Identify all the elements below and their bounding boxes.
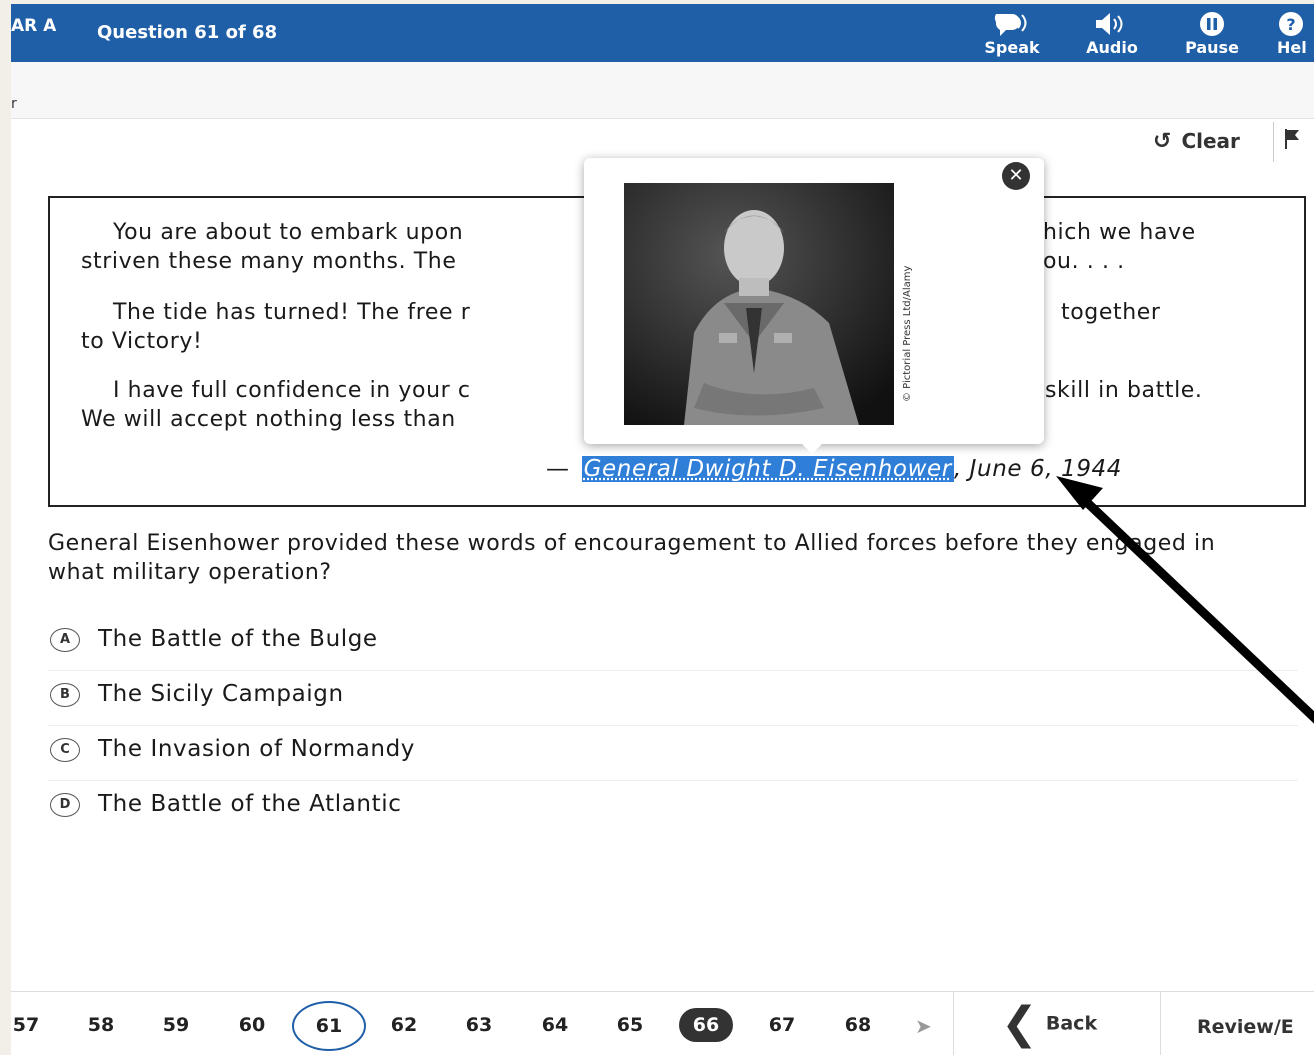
nav-question-57[interactable]: 57 — [11, 1014, 51, 1036]
nav-question-66[interactable]: 66 — [679, 1008, 733, 1042]
chevron-left-icon: ❮ — [1001, 998, 1038, 1049]
nav-question-63[interactable]: 63 — [454, 1014, 504, 1036]
question-navigator: 57 58 59 60 61 62 63 64 65 66 67 68 ➤ ❮ B… — [11, 991, 1314, 1055]
nav-question-62[interactable]: 62 — [379, 1014, 429, 1036]
back-label: Back — [1045, 1012, 1098, 1035]
review-end-button[interactable]: Review/E — [1197, 1016, 1294, 1038]
nav-question-59[interactable]: 59 — [151, 1014, 201, 1036]
annotation-arrow — [1056, 476, 1314, 724]
nav-question-58[interactable]: 58 — [76, 1014, 126, 1036]
back-button[interactable]: ❮ Back — [1001, 1002, 1097, 1046]
test-screen: AR A Question 61 of 68 Speak Audio Pause… — [11, 4, 1314, 1055]
next-page-icon[interactable]: ➤ — [915, 1014, 932, 1038]
nav-question-67[interactable]: 67 — [757, 1014, 807, 1036]
nav-question-60[interactable]: 60 — [227, 1014, 277, 1036]
divider — [953, 992, 954, 1055]
divider — [1160, 992, 1161, 1055]
nav-question-64[interactable]: 64 — [530, 1014, 580, 1036]
nav-question-61[interactable]: 61 — [292, 1001, 366, 1051]
nav-question-65[interactable]: 65 — [605, 1014, 655, 1036]
nav-question-68[interactable]: 68 — [833, 1014, 883, 1036]
